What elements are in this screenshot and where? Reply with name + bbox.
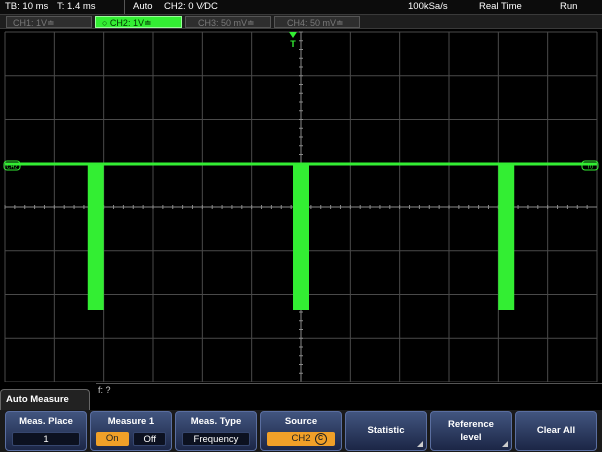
reference-level-line2: level	[460, 432, 482, 443]
meas-place-value: 1	[12, 432, 80, 446]
meas-place-label: Meas. Place	[19, 416, 73, 427]
reference-level-key[interactable]: Reference level	[430, 411, 512, 451]
meas-type-value: Frequency	[182, 432, 250, 446]
waveform-pulse	[87, 164, 104, 310]
source-value-text: CH2	[291, 433, 311, 444]
clear-all-key[interactable]: Clear All	[515, 411, 597, 451]
waveform-trace	[5, 162, 597, 310]
timebase-readout[interactable]: TB: 10 ms	[5, 0, 48, 14]
trigger-mode-readout[interactable]: Auto	[133, 0, 153, 14]
channel-tab-ch1[interactable]: CH1: 1V≐	[6, 16, 92, 28]
trigger-time-readout[interactable]: T: 1.4 ms	[57, 0, 96, 14]
acquisition-mode-readout[interactable]: Real Time	[479, 0, 522, 14]
measure1-off-option[interactable]: Off	[133, 432, 167, 446]
submenu-arrow-icon	[417, 441, 423, 447]
waveform-pulse	[293, 164, 309, 310]
trigger-marker[interactable]: T	[289, 32, 297, 49]
statistic-label: Statistic	[367, 425, 405, 436]
channel-tab-ch4[interactable]: CH4: 50 mV≐	[274, 16, 360, 28]
meas-type-key[interactable]: Meas. Type Frequency	[175, 411, 257, 451]
channel-bar: CH1: 1V≐ ○ CH2: 1V≐ CH3: 50 mV≐ CH4: 50 …	[0, 14, 602, 29]
waveform-pulse	[498, 164, 515, 310]
source-value: CH2 C	[267, 432, 335, 446]
channel-offset-label: CH2	[6, 165, 17, 171]
channel-tab-ch2[interactable]: ○ CH2: 1V≐	[95, 16, 182, 28]
universal-knob-icon: C	[314, 433, 327, 445]
trigger-level-marker[interactable]: T0	[581, 160, 599, 171]
sample-rate-readout: 100kSa/s	[408, 1, 448, 12]
measurement-readout-bar: f: ?	[96, 383, 602, 398]
statistic-key[interactable]: Statistic	[345, 411, 427, 451]
trigger-level-label: T0	[587, 165, 593, 171]
trigger-source-readout[interactable]: CH2: 0 V∕DC	[164, 0, 218, 14]
channel-offset-marker[interactable]: CH2	[3, 160, 21, 171]
source-label: Source	[284, 416, 318, 427]
reference-level-line1: Reference	[448, 419, 494, 430]
run-state-readout[interactable]: Run	[560, 0, 577, 14]
status-bar: TB: 10 ms T: 1.4 ms Auto CH2: 0 V∕DC 100…	[0, 0, 602, 14]
meas-place-key[interactable]: Meas. Place 1	[5, 411, 87, 451]
meas-type-label: Meas. Type	[190, 416, 242, 427]
clear-all-label: Clear All	[536, 425, 576, 436]
submenu-arrow-icon	[502, 441, 508, 447]
menu-title: Auto Measure	[0, 389, 90, 410]
softkey-menu: Meas. Place 1 Measure 1 On Off Meas. Typ…	[0, 410, 602, 452]
source-key[interactable]: Source CH2 C	[260, 411, 342, 451]
channel-tab-ch3[interactable]: CH3: 50 mV≐	[185, 16, 271, 28]
reference-level-label: Reference level	[431, 418, 511, 444]
scope-display[interactable]: T CH2 T0	[0, 30, 602, 382]
measure1-on-option[interactable]: On	[95, 432, 129, 446]
frequency-readout: f: ?	[98, 385, 111, 395]
status-divider	[124, 0, 125, 14]
measure1-key[interactable]: Measure 1 On Off	[90, 411, 172, 451]
trigger-marker-label: T	[290, 39, 296, 49]
measure1-label: Measure 1	[107, 416, 155, 427]
